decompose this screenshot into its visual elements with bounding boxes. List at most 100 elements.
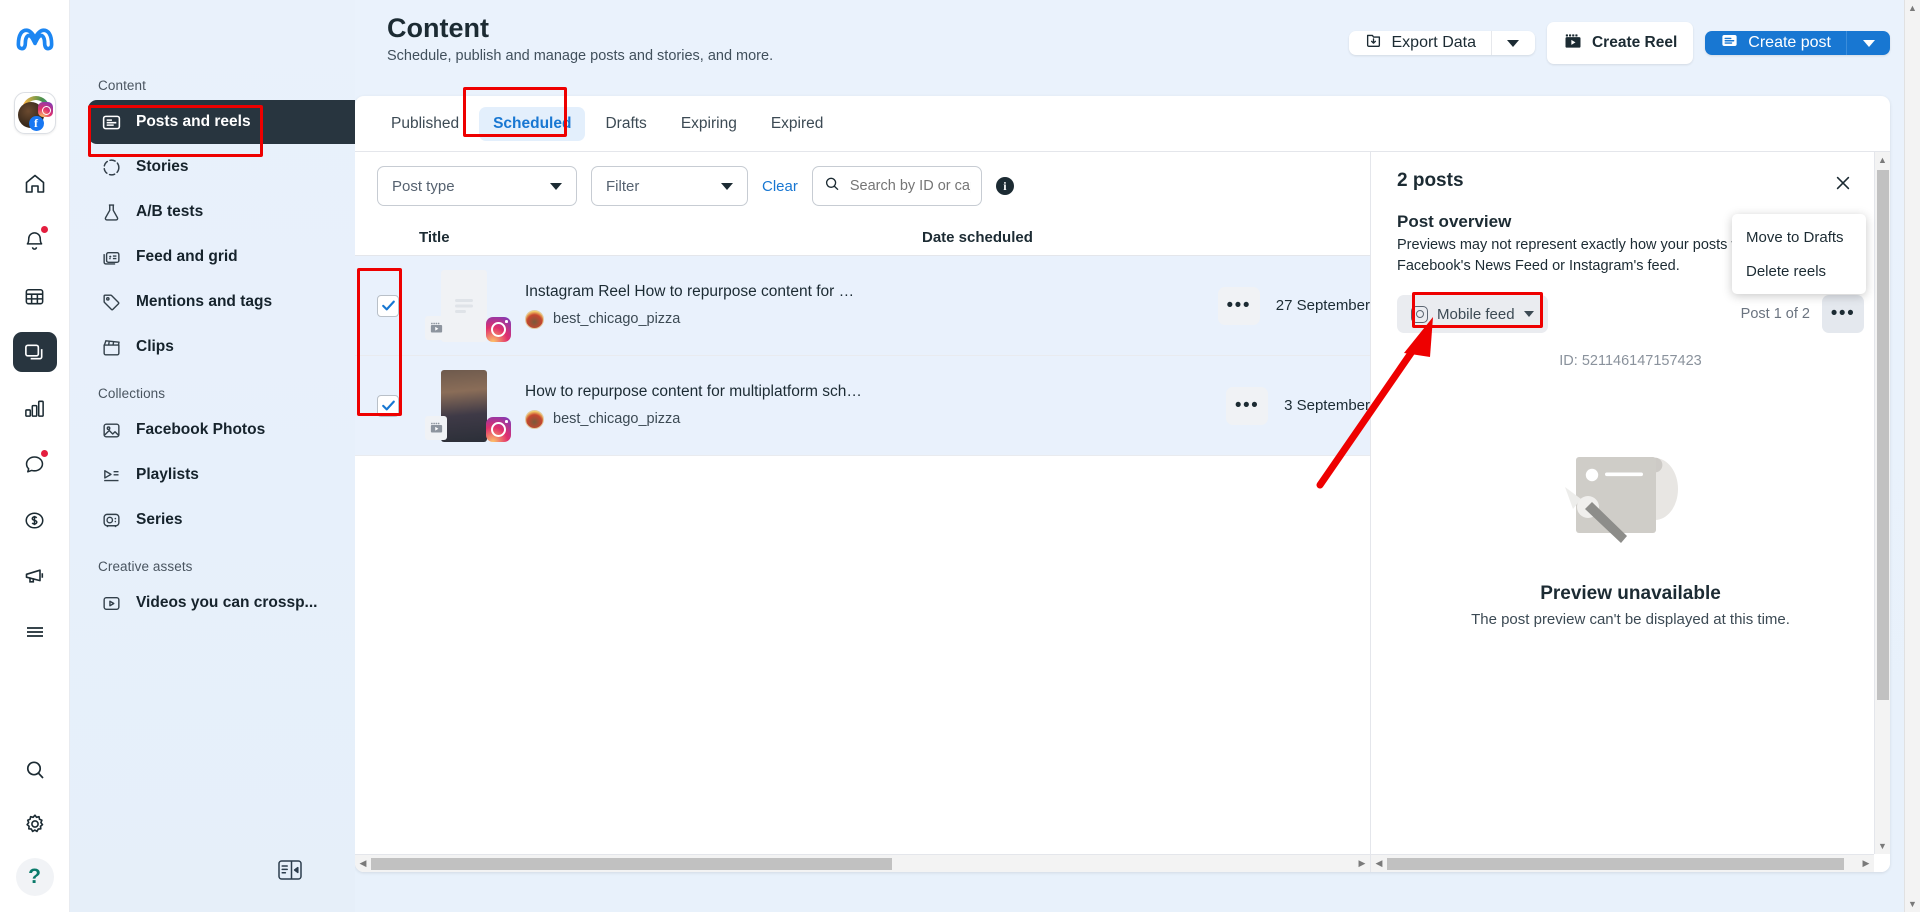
column-header-title: Title bbox=[377, 229, 922, 246]
tab-expiring[interactable]: Expiring bbox=[667, 107, 751, 141]
scrollbar-thumb[interactable] bbox=[371, 858, 892, 870]
preview-horizontal-scrollbar[interactable]: ◀ ▶ bbox=[1371, 854, 1874, 872]
rail-item-content[interactable] bbox=[13, 332, 57, 372]
sidebar-item-playlists[interactable]: Playlists bbox=[88, 453, 337, 497]
sidebar-item-label: Clips bbox=[136, 338, 174, 356]
page-scroll-down-arrow[interactable]: ▼ bbox=[1905, 896, 1920, 912]
create-post-split-button[interactable]: Create post bbox=[1705, 31, 1890, 55]
scroll-down-arrow[interactable]: ▼ bbox=[1875, 838, 1890, 854]
thumbnail-photo bbox=[441, 370, 487, 442]
export-data-dropdown-toggle[interactable] bbox=[1491, 31, 1535, 55]
sidebar-item-label: Posts and reels bbox=[136, 113, 251, 131]
broken-image-paintbrush-icon bbox=[1551, 427, 1711, 557]
table-row[interactable]: Instagram Reel How to repurpose content … bbox=[355, 256, 1370, 356]
check-icon bbox=[380, 297, 397, 314]
create-post-dropdown-toggle[interactable] bbox=[1846, 31, 1890, 55]
chevron-down-icon bbox=[1863, 40, 1875, 47]
row-more-options-button[interactable]: ••• bbox=[1218, 287, 1260, 325]
create-post-label: Create post bbox=[1748, 34, 1831, 52]
rail-item-planner[interactable] bbox=[13, 276, 57, 316]
instagram-icon bbox=[486, 317, 511, 342]
card-body: Post type Filter Clear bbox=[355, 152, 1890, 872]
clear-filters-link[interactable]: Clear bbox=[762, 178, 798, 195]
tab-drafts[interactable]: Drafts bbox=[591, 107, 660, 141]
rail-item-settings[interactable] bbox=[13, 804, 57, 844]
account-avatar[interactable]: f bbox=[14, 92, 56, 134]
filter-select[interactable]: Filter bbox=[591, 166, 748, 206]
page-header: Content Schedule, publish and manage pos… bbox=[355, 0, 1920, 78]
sidebar-item-clips[interactable]: Clips bbox=[88, 325, 337, 369]
sidebar-item-label: A/B tests bbox=[136, 203, 203, 221]
search-input[interactable] bbox=[850, 178, 971, 194]
sidebar-item-stories[interactable]: Stories bbox=[88, 145, 337, 189]
row-title: How to repurpose content for multiplatfo… bbox=[525, 383, 865, 401]
collapse-panel-icon[interactable] bbox=[277, 858, 303, 882]
menu-item-delete-reels[interactable]: Delete reels bbox=[1732, 254, 1866, 288]
row-content: How to repurpose content for multiplatfo… bbox=[525, 383, 1226, 429]
rail-bottom-icons: ? bbox=[0, 750, 69, 896]
tab-published[interactable]: Published bbox=[377, 107, 473, 141]
sidebar-item-videos-you-can-crosspost[interactable]: Videos you can crossp... bbox=[88, 581, 337, 625]
close-icon[interactable] bbox=[1830, 170, 1856, 196]
info-icon[interactable]: i bbox=[996, 177, 1014, 195]
row-checkbox[interactable] bbox=[377, 295, 399, 317]
scroll-left-arrow[interactable]: ◀ bbox=[1371, 858, 1387, 869]
row-more-options-button[interactable]: ••• bbox=[1226, 387, 1268, 425]
reel-glyph bbox=[1563, 31, 1583, 51]
series-tv-icon bbox=[100, 509, 122, 531]
sidebar-spacer-2 bbox=[70, 543, 355, 559]
rail-item-home[interactable] bbox=[13, 164, 57, 204]
sidebar-item-posts-and-reels[interactable]: Posts and reels bbox=[88, 100, 373, 144]
rail-item-all-tools[interactable] bbox=[13, 612, 57, 652]
facebook-badge-icon: f bbox=[29, 116, 44, 131]
tab-scheduled[interactable]: Scheduled bbox=[479, 107, 585, 141]
scrollbar-track[interactable] bbox=[371, 857, 1354, 871]
rail-item-messages[interactable] bbox=[13, 444, 57, 484]
post-type-select[interactable]: Post type bbox=[377, 166, 577, 206]
planner-calendar-icon bbox=[23, 285, 46, 308]
help-question-icon[interactable]: ? bbox=[16, 858, 54, 896]
page-vertical-scrollbar[interactable]: ▲ ▼ bbox=[1904, 0, 1920, 912]
export-data-split-button[interactable]: Export Data bbox=[1349, 31, 1535, 55]
check-icon bbox=[380, 397, 397, 414]
rail-item-insights[interactable] bbox=[13, 388, 57, 428]
rail-item-search[interactable] bbox=[13, 750, 57, 790]
create-post-icon bbox=[1720, 31, 1739, 55]
list-horizontal-scrollbar[interactable]: ◀ ▶ bbox=[355, 854, 1370, 872]
tab-expired[interactable]: Expired bbox=[757, 107, 838, 141]
sidebar-item-series[interactable]: Series bbox=[88, 498, 337, 542]
message-badge-dot bbox=[41, 450, 48, 457]
scrollbar-thumb[interactable] bbox=[1387, 858, 1844, 870]
rail-item-notifications[interactable] bbox=[13, 220, 57, 260]
create-post-button[interactable]: Create post bbox=[1705, 31, 1846, 55]
clips-clapperboard-icon bbox=[100, 336, 122, 358]
scrollbar-track[interactable] bbox=[1387, 857, 1858, 871]
scroll-right-arrow[interactable]: ▶ bbox=[1354, 858, 1370, 869]
preview-more-options-button[interactable]: ••• bbox=[1822, 295, 1864, 333]
scroll-right-arrow[interactable]: ▶ bbox=[1858, 858, 1874, 869]
row-date-scheduled: 3 September bbox=[1284, 397, 1370, 414]
surface-select[interactable]: Mobile feed bbox=[1397, 295, 1548, 333]
scroll-up-arrow[interactable]: ▲ bbox=[1875, 152, 1890, 168]
preview-vertical-scrollbar[interactable]: ▲ ▼ bbox=[1874, 152, 1890, 854]
sidebar-item-mentions-and-tags[interactable]: Mentions and tags bbox=[88, 280, 337, 324]
menu-item-move-to-drafts[interactable]: Move to Drafts bbox=[1732, 220, 1866, 254]
scrollbar-thumb[interactable] bbox=[1877, 170, 1889, 700]
post-id-label: ID: 521146147157423 bbox=[1397, 353, 1864, 369]
scroll-left-arrow[interactable]: ◀ bbox=[355, 858, 371, 869]
create-reel-button[interactable]: Create Reel bbox=[1547, 22, 1693, 64]
sidebar-item-feed-and-grid[interactable]: Feed and grid bbox=[88, 235, 337, 279]
row-title: Instagram Reel How to repurpose content … bbox=[525, 283, 865, 301]
rail-item-ads[interactable] bbox=[13, 556, 57, 596]
rail-item-monetization[interactable] bbox=[13, 500, 57, 540]
page-scroll-up-arrow[interactable]: ▲ bbox=[1905, 0, 1920, 16]
search-box[interactable] bbox=[812, 166, 982, 206]
row-checkbox[interactable] bbox=[377, 395, 399, 417]
sidebar-item-facebook-photos[interactable]: Facebook Photos bbox=[88, 408, 337, 452]
export-data-button[interactable]: Export Data bbox=[1349, 31, 1491, 55]
home-icon bbox=[23, 172, 47, 196]
search-icon bbox=[23, 758, 47, 782]
table-row[interactable]: How to repurpose content for multiplatfo… bbox=[355, 356, 1370, 456]
sidebar-item-ab-tests[interactable]: A/B tests bbox=[88, 190, 337, 234]
chevron-down-icon bbox=[721, 183, 733, 190]
